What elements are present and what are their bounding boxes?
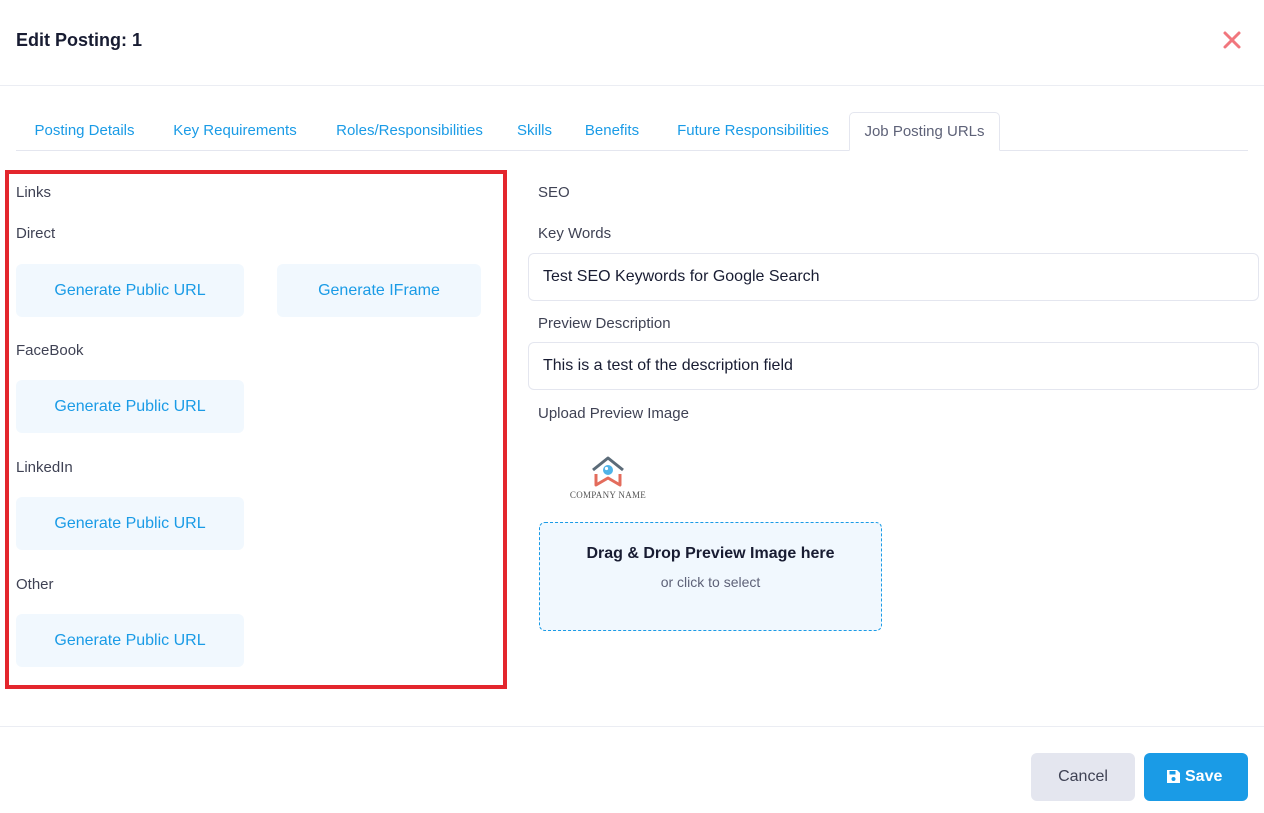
keywords-input[interactable]: Test SEO Keywords for Google Search: [528, 253, 1259, 301]
close-icon[interactable]: [1219, 27, 1245, 53]
tab-key-requirements[interactable]: Key Requirements: [153, 112, 317, 151]
linkedin-label: LinkedIn: [16, 459, 73, 476]
facebook-label: FaceBook: [16, 342, 84, 359]
dropzone-subtitle: or click to select: [660, 574, 761, 590]
preview-image-dropzone[interactable]: Drag & Drop Preview Image here or click …: [539, 522, 882, 631]
modal-title: Edit Posting: 1: [16, 30, 142, 50]
preview-description-label: Preview Description: [538, 315, 671, 332]
cancel-button[interactable]: Cancel: [1031, 753, 1135, 801]
modal-header: Edit Posting: 1: [0, 0, 1264, 86]
save-button[interactable]: Save: [1144, 753, 1248, 801]
facebook-generate-public-url-button[interactable]: Generate Public URL: [16, 380, 244, 433]
tab-benefits[interactable]: Benefits: [567, 112, 657, 151]
tab-future-responsibilities[interactable]: Future Responsibilities: [657, 112, 849, 151]
linkedin-generate-public-url-button[interactable]: Generate Public URL: [16, 497, 244, 550]
preview-image-thumbnail: COMPANY NAME: [566, 452, 650, 504]
direct-generate-public-url-button[interactable]: Generate Public URL: [16, 264, 244, 317]
preview-description-input[interactable]: This is a test of the description field: [528, 342, 1259, 390]
direct-generate-iframe-button[interactable]: Generate IFrame: [277, 264, 481, 317]
upload-preview-image-label: Upload Preview Image: [538, 405, 689, 422]
dropzone-title: Drag & Drop Preview Image here: [586, 545, 835, 562]
tab-job-posting-urls[interactable]: Job Posting URLs: [849, 112, 1000, 151]
floppy-disk-icon: [1167, 770, 1180, 783]
other-generate-public-url-button[interactable]: Generate Public URL: [16, 614, 244, 667]
logo-caption: COMPANY NAME: [569, 490, 647, 500]
tab-roles-responsibilities[interactable]: Roles/Responsibilities: [317, 112, 502, 151]
tab-bar: Posting Details Key Requirements Roles/R…: [16, 112, 1248, 151]
tab-posting-details[interactable]: Posting Details: [16, 112, 153, 151]
seo-heading: SEO: [538, 184, 570, 201]
other-label: Other: [16, 576, 54, 593]
save-button-label: Save: [1185, 768, 1223, 785]
keywords-label: Key Words: [538, 225, 612, 242]
links-heading: Links: [16, 184, 52, 201]
direct-label: Direct: [16, 225, 56, 242]
tab-skills[interactable]: Skills: [502, 112, 567, 151]
company-logo-icon: [592, 456, 624, 487]
